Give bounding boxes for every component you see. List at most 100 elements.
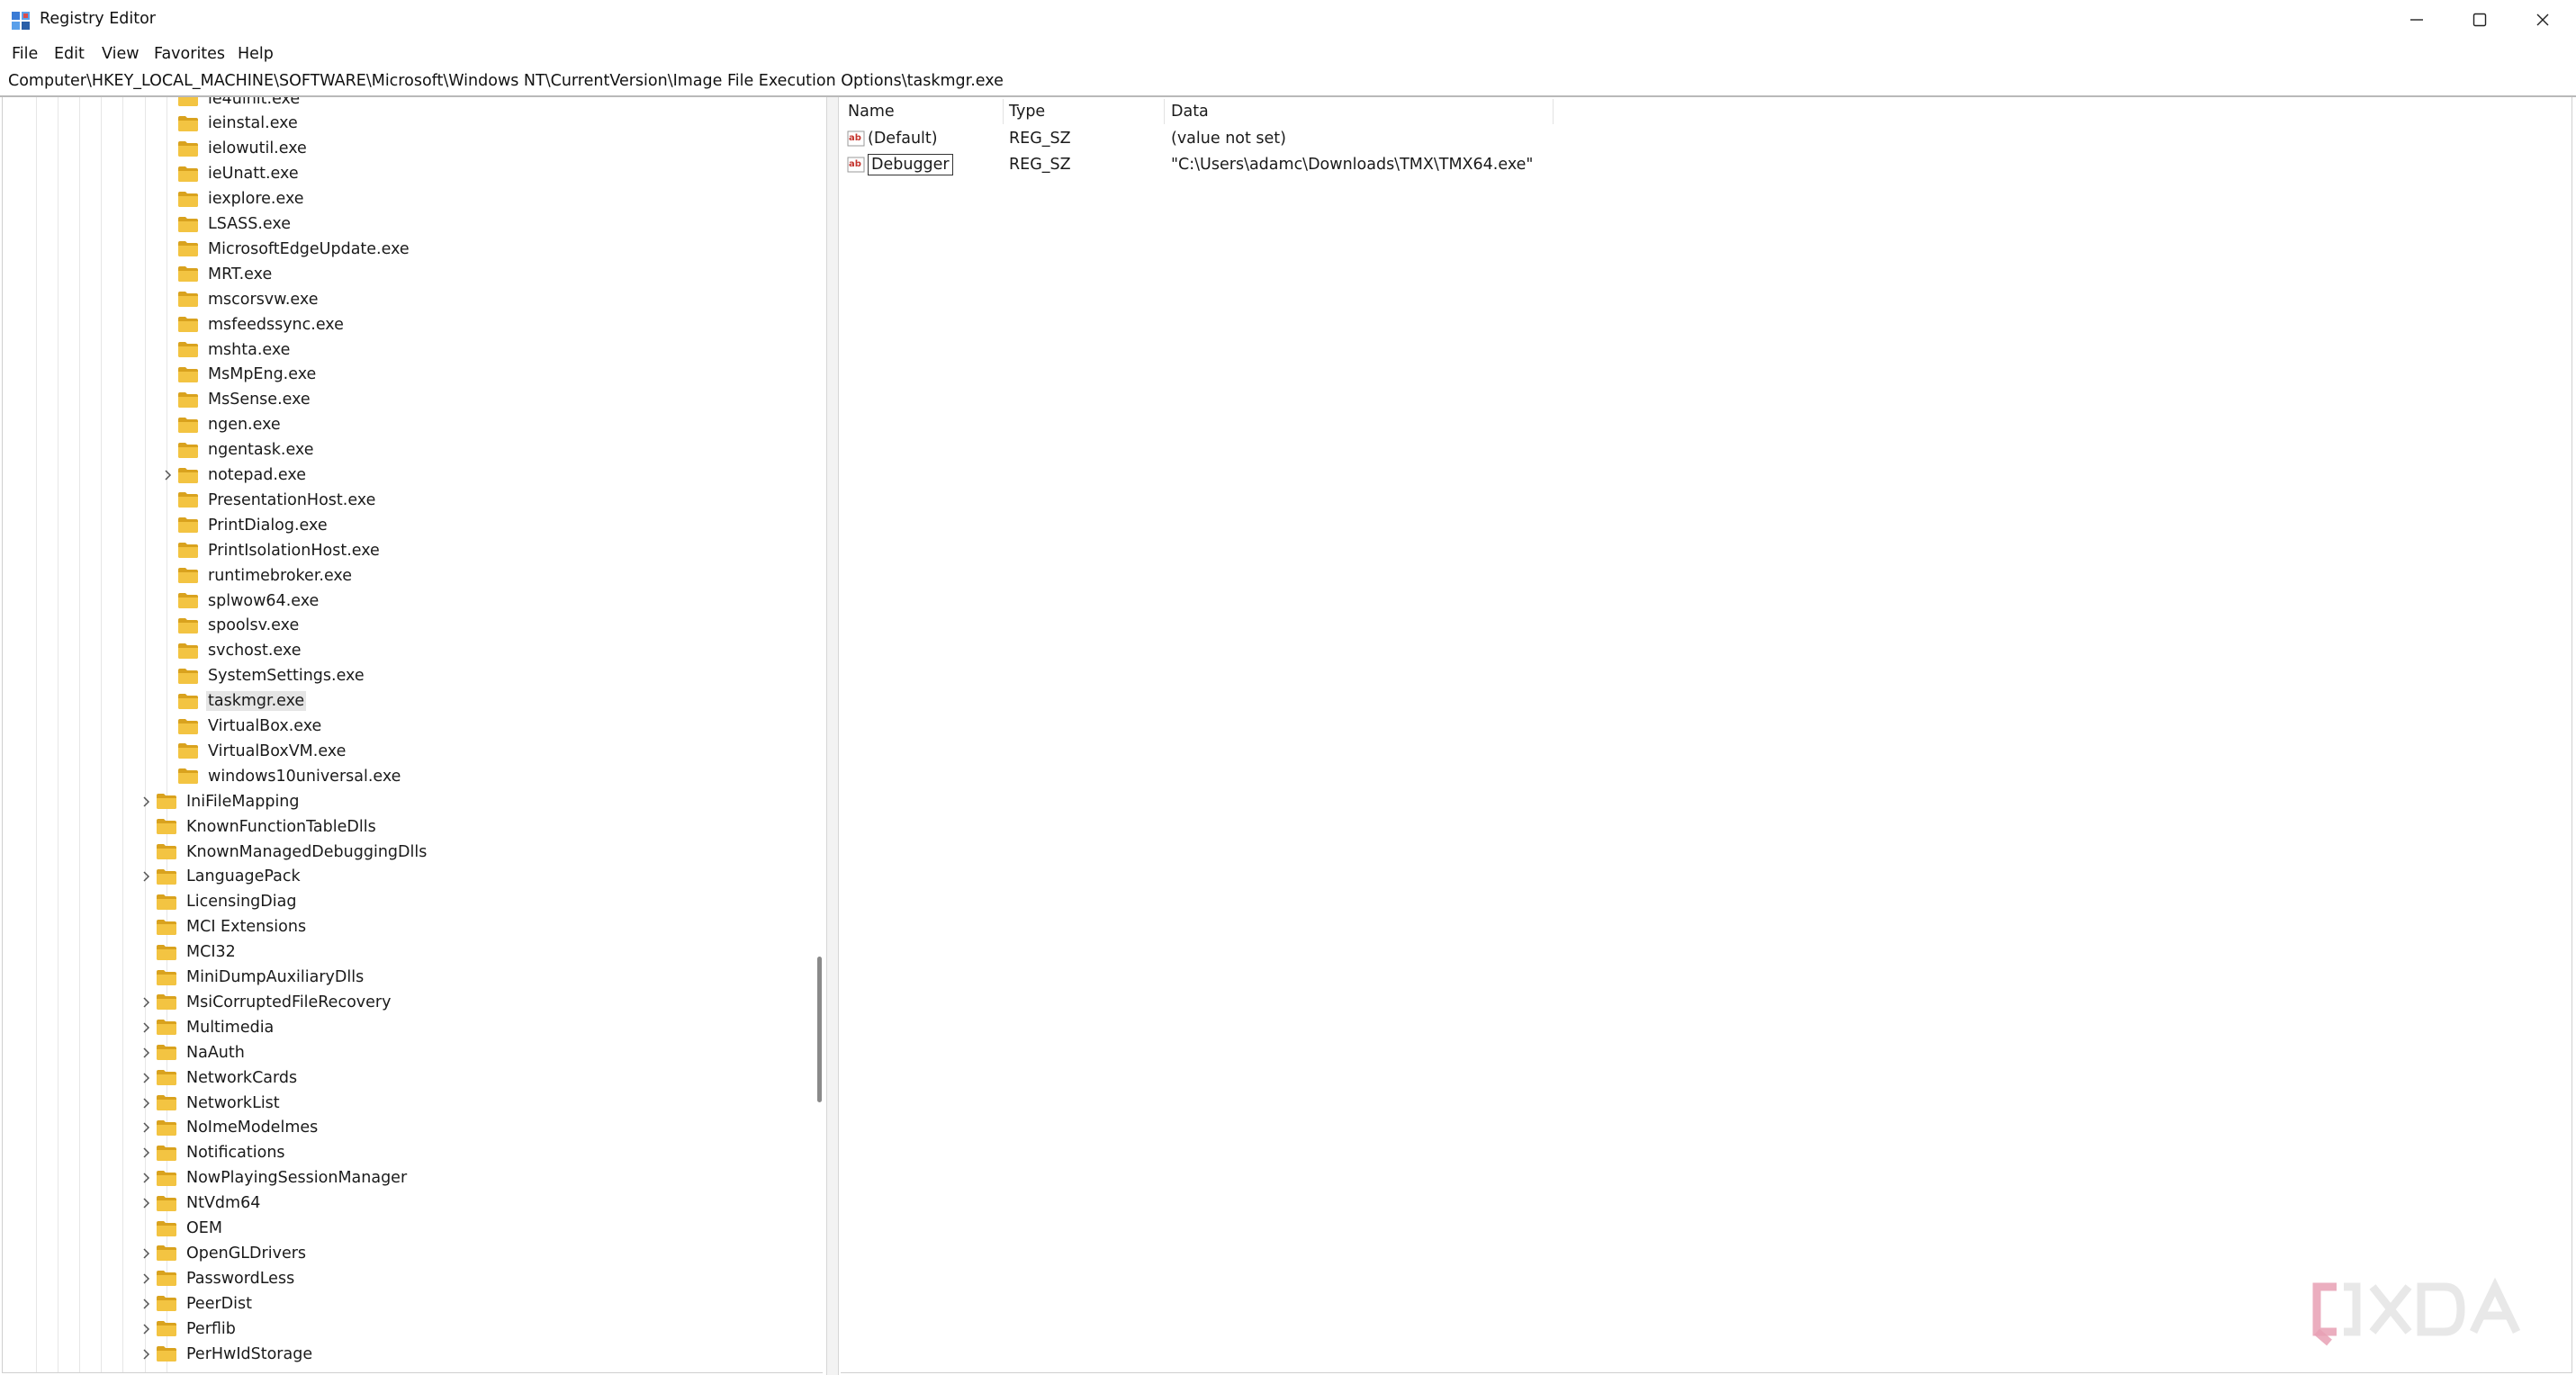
column-header-name[interactable]: Name — [848, 97, 895, 126]
tree-item[interactable]: MCI Extensions — [136, 915, 308, 939]
tree-item[interactable]: splwow64.exe — [158, 589, 320, 613]
tree-guide-line — [58, 97, 59, 1372]
tree-item[interactable]: mshta.exe — [158, 337, 292, 362]
tree-item[interactable]: NetworkList — [136, 1091, 282, 1115]
tree-item[interactable]: PrintIsolationHost.exe — [158, 538, 382, 562]
tree-item[interactable]: VirtualBox.exe — [158, 714, 323, 739]
tree-item[interactable]: NtVdm64 — [136, 1191, 262, 1216]
expand-chevron-icon[interactable] — [136, 1040, 156, 1065]
tree-item[interactable]: PasswordLess — [136, 1266, 296, 1290]
menu-help[interactable]: Help — [238, 45, 274, 63]
tree-scrollbar-thumb[interactable] — [817, 957, 822, 1102]
expand-chevron-icon[interactable] — [158, 463, 177, 488]
tree-item-selected[interactable]: taskmgr.exe — [158, 689, 307, 714]
tree-item[interactable]: MCI32 — [136, 940, 238, 965]
tree-item[interactable]: MiniDumpAuxiliaryDlls — [136, 966, 365, 990]
expand-chevron-icon[interactable] — [136, 1091, 156, 1115]
menu-edit[interactable]: Edit — [54, 45, 85, 63]
tree-item[interactable]: KnownManagedDebuggingDlls — [136, 840, 428, 864]
folder-icon — [156, 1169, 179, 1187]
tree-scrollbar[interactable] — [815, 97, 824, 1373]
tree-item[interactable]: notepad.exe — [158, 463, 308, 488]
tree-item[interactable]: LicensingDiag — [136, 890, 298, 914]
column-divider[interactable] — [1164, 99, 1165, 124]
expand-chevron-icon[interactable] — [136, 1141, 156, 1165]
tree-item[interactable]: runtimebroker.exe — [158, 563, 354, 588]
tree-item[interactable]: PerHwIdStorage — [136, 1342, 314, 1366]
title-bar[interactable]: Registry Editor — [0, 0, 2576, 40]
tree-item[interactable]: ngentask.exe — [158, 438, 316, 463]
tree-item[interactable]: PresentationHost.exe — [158, 488, 377, 512]
tree-item[interactable]: MRT.exe — [158, 262, 274, 286]
expand-chevron-icon[interactable] — [136, 1342, 156, 1366]
key-tree[interactable]: ie4uinit.exe ieinstal.exe ielowutil.exe ieU… — [2, 97, 823, 1373]
tree-item[interactable]: ielowutil.exe — [158, 137, 309, 161]
tree-item[interactable]: ieUnatt.exe — [158, 162, 301, 186]
expand-chevron-icon[interactable] — [136, 1266, 156, 1290]
tree-item[interactable]: OEM — [136, 1217, 224, 1241]
value-row[interactable]: ab (Default) REG_SZ (value not set) — [841, 126, 2551, 151]
menu-file[interactable]: File — [12, 45, 38, 63]
minimize-button[interactable] — [2385, 0, 2448, 40]
tree-item[interactable]: mscorsvw.exe — [158, 287, 320, 311]
address-path[interactable]: Computer\HKEY_LOCAL_MACHINE\SOFTWARE\Mic… — [8, 72, 1004, 90]
tree-item[interactable]: NoImeModelmes — [136, 1116, 320, 1140]
tree-item[interactable]: MicrosoftEdgeUpdate.exe — [158, 237, 411, 261]
value-name-cell[interactable]: ab Debugger — [846, 152, 953, 177]
tree-item-label: ie4uinit.exe — [208, 97, 301, 108]
maximize-button[interactable] — [2448, 0, 2511, 40]
tree-item[interactable]: spoolsv.exe — [158, 614, 301, 638]
tree-item[interactable]: MsMpEng.exe — [158, 363, 318, 387]
expand-chevron-icon[interactable] — [136, 990, 156, 1014]
tree-item[interactable]: ngen.exe — [158, 413, 283, 437]
tree-item[interactable]: IniFileMapping — [136, 789, 302, 813]
value-row[interactable]: ab Debugger REG_SZ "C:\Users\adamc\Download… — [841, 152, 2551, 177]
column-header-type[interactable]: Type — [1009, 97, 1045, 126]
address-bar[interactable]: Computer\HKEY_LOCAL_MACHINE\SOFTWARE\Mic… — [0, 70, 2576, 95]
expand-chevron-icon[interactable] — [136, 1241, 156, 1265]
expand-chevron-icon[interactable] — [136, 1015, 156, 1039]
tree-item[interactable]: svchost.exe — [158, 639, 302, 663]
tree-item[interactable]: LanguagePack — [136, 865, 302, 889]
expand-chevron-icon[interactable] — [136, 1116, 156, 1140]
tree-item[interactable]: KnownFunctionTableDlls — [136, 814, 378, 839]
tree-item[interactable]: VirtualBoxVM.exe — [158, 739, 347, 763]
expand-chevron-icon[interactable] — [136, 1291, 156, 1316]
tree-item[interactable]: OpenGLDrivers — [136, 1241, 308, 1265]
expand-chevron-icon[interactable] — [136, 1191, 156, 1216]
value-name-cell[interactable]: ab (Default) — [846, 126, 938, 151]
menu-favorites[interactable]: Favorites — [154, 45, 225, 63]
tree-item[interactable]: NetworkCards — [136, 1065, 299, 1090]
close-button[interactable] — [2511, 0, 2574, 40]
tree-item-label: ngentask.exe — [208, 441, 314, 460]
tree-item[interactable]: windows10universal.exe — [158, 764, 402, 788]
tree-item[interactable]: PeerDist — [136, 1291, 254, 1316]
tree-item[interactable]: Notifications — [136, 1141, 287, 1165]
expand-chevron-icon[interactable] — [136, 789, 156, 813]
tree-item[interactable]: Perflib — [136, 1317, 238, 1341]
expander-placeholder — [158, 639, 177, 663]
expand-chevron-icon[interactable] — [136, 1065, 156, 1090]
tree-item[interactable]: iexplore.exe — [158, 187, 306, 211]
expand-chevron-icon[interactable] — [136, 1166, 156, 1191]
tree-item[interactable]: msfeedssync.exe — [158, 312, 346, 337]
tree-item[interactable]: NowPlayingSessionManager — [136, 1166, 409, 1191]
tree-item[interactable]: MsiCorruptedFileRecovery — [136, 990, 392, 1014]
tree-item[interactable]: MsSense.exe — [158, 388, 312, 412]
expand-chevron-icon[interactable] — [136, 865, 156, 889]
tree-item[interactable]: PrintDialog.exe — [158, 513, 329, 537]
tree-item[interactable]: SystemSettings.exe — [158, 664, 366, 688]
expand-chevron-icon[interactable] — [136, 1317, 156, 1341]
pane-splitter[interactable] — [826, 97, 839, 1375]
tree-item[interactable]: ieinstal.exe — [158, 112, 300, 136]
tree-item[interactable]: NaAuth — [136, 1040, 247, 1065]
column-divider[interactable] — [1553, 99, 1554, 124]
tree-guide-line — [79, 97, 80, 1372]
column-divider[interactable] — [1003, 99, 1004, 124]
tree-item[interactable]: ie4uinit.exe — [158, 97, 302, 111]
tree-item[interactable]: Multimedia — [136, 1015, 275, 1039]
column-header-data[interactable]: Data — [1171, 97, 1209, 126]
value-list[interactable]: Name Type Data ab (Default) REG_SZ (value n… — [841, 97, 2572, 1373]
tree-item[interactable]: LSASS.exe — [158, 212, 293, 237]
menu-view[interactable]: View — [102, 45, 140, 63]
